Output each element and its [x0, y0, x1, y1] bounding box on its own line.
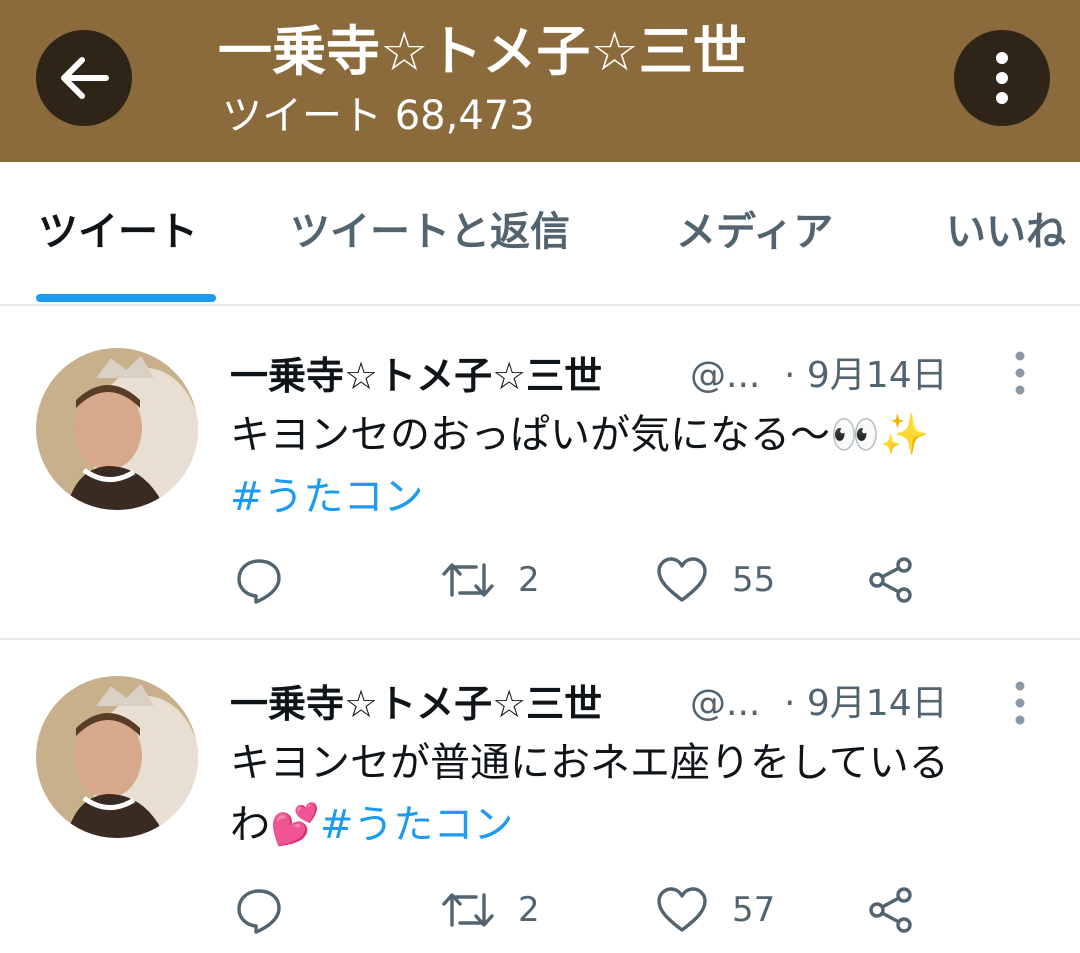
tweet-more-icon[interactable] [1008, 350, 1032, 400]
tab-media[interactable]: メディア [676, 204, 833, 260]
tweet-text-line: キヨンセが普通におネエ座りをしている [230, 740, 949, 786]
reply-button[interactable] [234, 552, 284, 608]
reply-icon [237, 889, 281, 934]
retweet-icon [442, 893, 494, 927]
tweet-text-line: わ [230, 802, 270, 848]
eyes-emoji: 👀 [830, 412, 880, 458]
tweet-author-handle[interactable]: @... [690, 350, 760, 402]
profile-header: 一乗寺☆トメ子☆三世 ツイート 68,473 [0, 0, 1080, 162]
retweet-button[interactable]: 2 [440, 882, 540, 938]
retweet-button[interactable]: 2 [440, 552, 540, 608]
tweet-text-line: キヨンセのおっぱいが気になる〜 [230, 412, 830, 458]
profile-tabs: ツイート ツイートと返信 メディア いいね [0, 162, 1080, 306]
avatar-portrait [36, 676, 198, 838]
tweet-author-name[interactable]: 一乗寺☆トメ子☆三世 [230, 350, 602, 402]
more-options-button[interactable] [954, 30, 1050, 126]
like-count: 55 [732, 560, 776, 600]
avatar[interactable] [36, 348, 198, 510]
share-button[interactable] [866, 882, 916, 938]
avatar[interactable] [36, 676, 198, 838]
like-button[interactable]: 55 [656, 552, 775, 608]
share-button[interactable] [866, 552, 916, 608]
tweet-item[interactable]: 一乗寺☆トメ子☆三世 @... · 9月14日 キヨンセのおっぱいが気になる〜👀… [0, 310, 1080, 638]
tweet-text: キヨンセのおっぱいが気になる〜👀✨ #うたコン [230, 404, 1050, 528]
tweet-item[interactable]: 一乗寺☆トメ子☆三世 @... · 9月14日 キヨンセが普通におネエ座りをして… [0, 640, 1080, 953]
hashtag-link[interactable]: #うたコン [230, 474, 424, 520]
tweet-text: キヨンセが普通におネエ座りをしている わ💕#うたコン [230, 732, 1050, 856]
tweet-count: ツイート 68,473 [222, 93, 535, 139]
sparkles-emoji: ✨ [879, 412, 930, 458]
retweet-count: 2 [518, 890, 540, 930]
tweet-author-name[interactable]: 一乗寺☆トメ子☆三世 [230, 678, 602, 730]
tweet-author-handle[interactable]: @... [690, 678, 760, 730]
tweet-more-icon[interactable] [1008, 680, 1032, 730]
retweet-icon [442, 563, 494, 597]
share-icon [869, 557, 912, 603]
back-button[interactable] [36, 30, 132, 126]
more-vertical-icon [996, 52, 1008, 104]
tab-likes[interactable]: いいね [946, 204, 1066, 260]
active-tab-indicator [36, 294, 216, 302]
heart-icon [657, 887, 707, 932]
like-count: 57 [732, 890, 776, 930]
reply-button[interactable] [234, 882, 284, 938]
reply-icon [237, 559, 281, 604]
like-button[interactable]: 57 [656, 882, 775, 938]
hashtag-link[interactable]: #うたコン [320, 802, 514, 848]
back-arrow-icon [61, 57, 109, 99]
tweet-date[interactable]: · 9月14日 [784, 678, 948, 730]
tweet-date[interactable]: · 9月14日 [784, 350, 948, 402]
two-hearts-emoji: 💕 [270, 802, 320, 848]
share-icon [869, 887, 912, 933]
profile-title: 一乗寺☆トメ子☆三世 [218, 20, 747, 83]
avatar-portrait [36, 348, 198, 510]
retweet-count: 2 [518, 560, 540, 600]
heart-icon [657, 557, 707, 602]
tabs-divider [0, 304, 1080, 306]
tab-tweets[interactable]: ツイート [38, 204, 198, 260]
tab-tweets-and-replies[interactable]: ツイートと返信 [290, 204, 570, 260]
